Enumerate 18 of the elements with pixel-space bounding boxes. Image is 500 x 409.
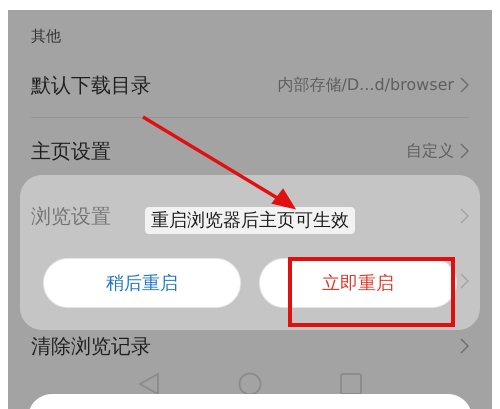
dialog-message: 重启浏览器后主页可生效 (145, 207, 355, 234)
setting-value: 自定义 (406, 140, 454, 162)
section-header: 其他 (31, 26, 61, 46)
chevron-icon (460, 142, 469, 158)
setting-value: 内部存储/D...d/browser (277, 74, 454, 96)
restart-later-button[interactable]: 稍后重启 (43, 258, 241, 308)
chevron-icon (460, 208, 469, 224)
chevron-icon (460, 77, 469, 93)
setting-label: 默认下载目录 (31, 72, 151, 99)
back-icon[interactable] (138, 372, 160, 396)
chevron-icon (460, 338, 469, 354)
setting-label: 清除浏览记录 (31, 332, 151, 360)
setting-label: 浏览设置 (31, 202, 111, 230)
home-icon[interactable] (238, 372, 262, 396)
recents-icon[interactable] (340, 373, 362, 395)
chevron-icon (460, 272, 469, 288)
restart-now-button[interactable]: 立即重启 (259, 258, 457, 308)
setting-label: 主页设置 (31, 138, 111, 164)
